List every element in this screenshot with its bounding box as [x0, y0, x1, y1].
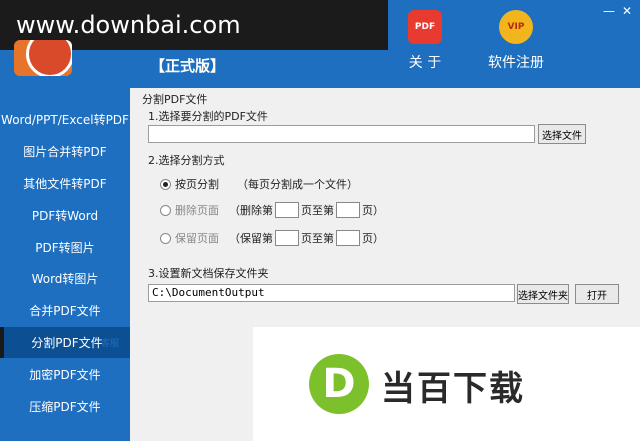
sidebar-item-other-to-pdf[interactable]: 其他文件转PDF	[0, 168, 130, 200]
brand-watermark: D 当百下载	[253, 327, 640, 441]
radio-delete-pages[interactable]	[160, 204, 171, 216]
sidebar-item-office-to-pdf[interactable]: Word/PPT/Excel转PDF	[0, 104, 130, 136]
keep-from-input[interactable]	[275, 230, 299, 246]
select-folder-button[interactable]: 选择文件夹	[517, 284, 569, 304]
brand-logo-icon: D	[309, 354, 369, 414]
sidebar-item-compress-pdf[interactable]: 压缩PDF文件	[0, 390, 130, 422]
sidebar-item-merge-pdf[interactable]: 合并PDF文件	[0, 295, 130, 327]
title-bar: www.downbai.com 【正式版】 PDF 关 于 VIP 软件注册 —…	[0, 0, 640, 88]
about-button[interactable]: PDF 关 于	[400, 10, 450, 72]
delete-pages-option[interactable]: 删除页面 （删除第 页至第 页）	[160, 202, 384, 218]
sidebar-item-encrypt-pdf[interactable]: 加密PDF文件	[0, 358, 130, 390]
delete-pages-label: 删除页面	[175, 204, 219, 217]
delete-suffix: 页）	[362, 204, 384, 217]
sidebar-item-pdf-to-word[interactable]: PDF转Word	[0, 199, 130, 231]
close-button[interactable]: ✕	[622, 4, 632, 18]
sidebar-item-images-to-pdf[interactable]: 图片合并转PDF	[0, 136, 130, 168]
delete-prefix: （删除第	[229, 204, 273, 217]
group-title: 分割PDF文件	[142, 93, 208, 106]
keep-to-input[interactable]	[336, 230, 360, 246]
open-folder-button[interactable]: 打开	[575, 284, 619, 304]
keep-pages-label: 保留页面	[175, 232, 219, 245]
delete-from-input[interactable]	[275, 202, 299, 218]
about-label: 关 于	[408, 55, 442, 71]
sidebar-item-word-to-image[interactable]: Word转图片	[0, 263, 130, 295]
brand-name: 当百下载	[381, 369, 525, 409]
keep-suffix: 页）	[362, 232, 384, 245]
customer-service-link[interactable]: 客服	[101, 336, 119, 349]
delete-mid: 页至第	[301, 204, 334, 217]
keep-prefix: （保留第	[229, 232, 273, 245]
radio-split-by-page[interactable]	[160, 178, 171, 190]
step3-label: 3.设置新文档保存文件夹	[148, 267, 269, 280]
step2-label: 2.选择分割方式	[148, 154, 225, 167]
register-button[interactable]: VIP 软件注册	[480, 10, 552, 72]
split-by-page-desc: （每页分割成一个文件）	[237, 178, 358, 191]
vip-icon: VIP	[499, 10, 533, 44]
app-logo-icon	[14, 40, 72, 76]
delete-to-input[interactable]	[336, 202, 360, 218]
pdf-file-input[interactable]	[148, 125, 535, 143]
minimize-button[interactable]: —	[603, 4, 615, 18]
edition-label: 【正式版】	[150, 57, 226, 75]
sidebar-item-pdf-to-image[interactable]: PDF转图片	[0, 231, 130, 263]
split-by-page-option[interactable]: 按页分割 （每页分割成一个文件）	[160, 176, 358, 192]
step1-label: 1.选择要分割的PDF文件	[148, 110, 268, 123]
pdf-icon: PDF	[408, 10, 442, 44]
sidebar: Word/PPT/Excel转PDF 图片合并转PDF 其他文件转PDF PDF…	[0, 88, 130, 441]
split-by-page-label: 按页分割	[175, 178, 219, 191]
register-label: 软件注册	[488, 55, 544, 71]
keep-mid: 页至第	[301, 232, 334, 245]
select-file-button[interactable]: 选择文件	[538, 124, 586, 144]
radio-keep-pages[interactable]	[160, 232, 171, 244]
output-folder-input[interactable]: C:\DocumentOutput	[148, 284, 515, 302]
keep-pages-option[interactable]: 保留页面 （保留第 页至第 页）	[160, 230, 384, 246]
